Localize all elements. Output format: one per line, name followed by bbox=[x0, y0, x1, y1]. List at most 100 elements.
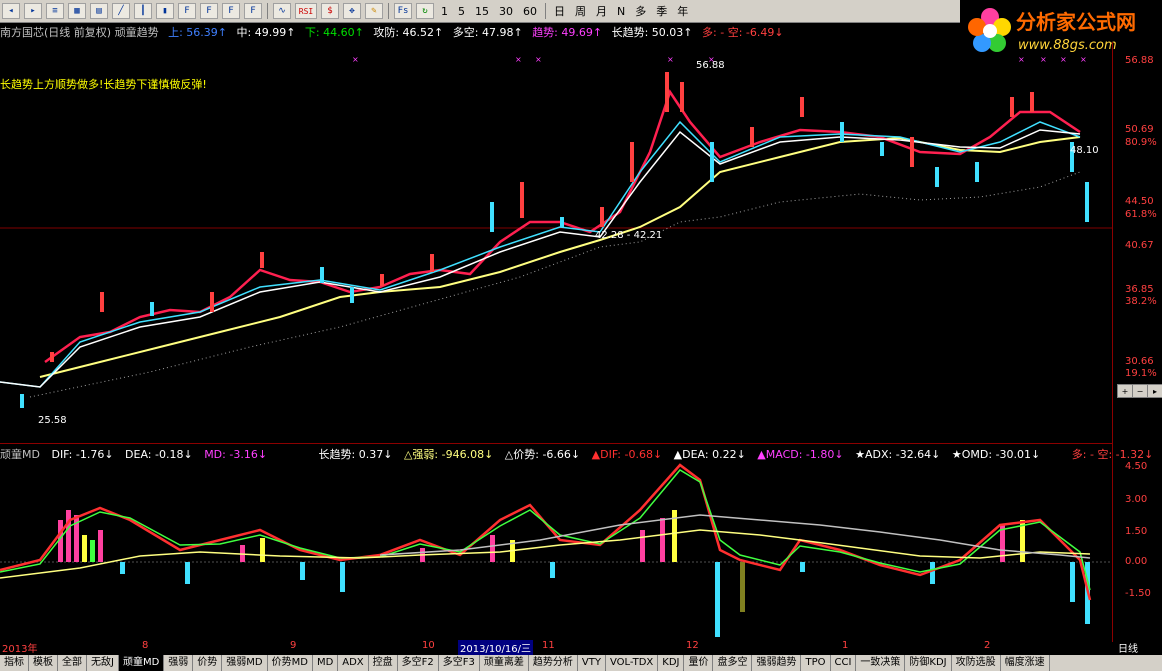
y-label: 40.67 bbox=[1125, 240, 1154, 251]
range-year[interactable]: 年 bbox=[672, 3, 693, 19]
f12-icon[interactable]: F bbox=[222, 3, 240, 19]
svg-text:×: × bbox=[1080, 55, 1087, 64]
histogram-bars bbox=[58, 510, 1090, 637]
f10-icon[interactable]: F bbox=[178, 3, 196, 19]
line-chart-icon[interactable]: ╱ bbox=[112, 3, 130, 19]
fs-icon[interactable]: Fs bbox=[394, 3, 412, 19]
tab-indicator[interactable]: VOL-TDX bbox=[606, 655, 659, 671]
svg-text:×: × bbox=[352, 55, 359, 64]
low-price-label: 25.58 bbox=[38, 415, 67, 426]
candles bbox=[20, 72, 1089, 408]
range-week[interactable]: 周 bbox=[570, 3, 591, 19]
y-label: 50.69 bbox=[1125, 124, 1154, 135]
tab-indicator[interactable]: 盘多空 bbox=[713, 655, 753, 671]
price-chart[interactable]: × × × × × × × × × bbox=[0, 42, 1112, 442]
wave-icon[interactable]: ∿ bbox=[273, 3, 291, 19]
tab-indicator[interactable]: 攻防选股 bbox=[952, 655, 1001, 671]
high-price-label: 56.88 bbox=[696, 60, 725, 71]
tab-indicator[interactable]: CCI bbox=[831, 655, 857, 671]
tab-indicator[interactable]: 顽童MD bbox=[118, 655, 165, 671]
range-multi[interactable]: 多 bbox=[630, 3, 651, 19]
tab-indicator[interactable]: 强弱趋势 bbox=[752, 655, 802, 671]
table-icon[interactable]: ▦ bbox=[68, 3, 86, 19]
tab-indicator[interactable]: 多空F3 bbox=[439, 655, 480, 671]
date-label: 11 bbox=[542, 640, 555, 651]
svg-text:×: × bbox=[1040, 55, 1047, 64]
mark2-label: 42.28 - 42.21 bbox=[595, 230, 663, 241]
mid-value: 中: 49.99↑ bbox=[236, 26, 296, 39]
attack-value: 攻防: 46.52↑ bbox=[373, 26, 444, 39]
tab-indicator[interactable]: 无敌J bbox=[87, 655, 119, 671]
range-day[interactable]: 日 bbox=[549, 3, 570, 19]
ind-y-label: -1.50 bbox=[1125, 588, 1151, 599]
tab-indicator[interactable]: VTY bbox=[578, 655, 606, 671]
tab-indicator[interactable]: 一致决策 bbox=[856, 655, 906, 671]
f13-icon[interactable]: F bbox=[244, 3, 262, 19]
date-label: 10 bbox=[422, 640, 435, 651]
tab-indicator[interactable]: 价势 bbox=[193, 655, 223, 671]
expand-button[interactable]: ▸ bbox=[1147, 384, 1162, 398]
tab-indicator[interactable]: 量价 bbox=[684, 655, 714, 671]
period-30[interactable]: 30 bbox=[494, 5, 518, 18]
move-icon[interactable]: ✥ bbox=[343, 3, 361, 19]
tab-indicator[interactable]: TPO bbox=[801, 655, 831, 671]
menu-icon[interactable]: ≡ bbox=[46, 3, 64, 19]
rsi-icon[interactable]: RSI bbox=[295, 3, 317, 19]
tab-indicator[interactable]: 模板 bbox=[29, 655, 58, 671]
period-1[interactable]: 1 bbox=[436, 5, 453, 18]
y-label: 61.8% bbox=[1125, 209, 1157, 220]
indicator-chart[interactable] bbox=[0, 460, 1112, 640]
refresh-icon[interactable]: ↻ bbox=[416, 3, 434, 19]
period-15[interactable]: 15 bbox=[470, 5, 494, 18]
range-n[interactable]: N bbox=[612, 5, 630, 18]
tab-indicator[interactable]: 强弱 bbox=[164, 655, 194, 671]
bar-icon[interactable]: ▮ bbox=[156, 3, 174, 19]
grid-icon[interactable]: ▤ bbox=[90, 3, 108, 19]
tool-icon[interactable]: $ bbox=[321, 3, 339, 19]
ind-y-label: 4.50 bbox=[1125, 461, 1148, 472]
tab-indicator[interactable]: 指标 bbox=[0, 655, 29, 671]
y-label: 36.85 bbox=[1125, 284, 1154, 295]
period-60[interactable]: 60 bbox=[518, 5, 542, 18]
mark1-label: 48.10 bbox=[1070, 145, 1099, 156]
forward-icon[interactable]: ▸ bbox=[24, 3, 42, 19]
separator bbox=[545, 3, 546, 19]
tab-indicator[interactable]: ADX bbox=[338, 655, 369, 671]
tab-indicator[interactable]: 全部 bbox=[58, 655, 87, 671]
tab-indicator[interactable]: 多空F2 bbox=[398, 655, 439, 671]
date-label: 12 bbox=[686, 640, 699, 651]
tab-indicator[interactable]: 强弱MD bbox=[222, 655, 268, 671]
svg-text:×: × bbox=[515, 55, 522, 64]
tab-indicator[interactable]: 趋势分析 bbox=[529, 655, 578, 671]
tab-indicator[interactable]: 顽童离差 bbox=[480, 655, 529, 671]
range-season[interactable]: 季 bbox=[651, 3, 672, 19]
zoom-in-button[interactable]: + bbox=[1117, 384, 1133, 398]
y-label: 80.9% bbox=[1125, 137, 1157, 148]
tab-indicator[interactable]: 价势MD bbox=[268, 655, 313, 671]
zoom-out-button[interactable]: − bbox=[1132, 384, 1148, 398]
tab-indicator[interactable]: 防御KDJ bbox=[905, 655, 952, 671]
date-axis: 2013年 8 9 10 2013/10/16/三 11 12 1 2 bbox=[0, 640, 1112, 655]
tab-indicator[interactable]: MD bbox=[313, 655, 339, 671]
period-5[interactable]: 5 bbox=[453, 5, 470, 18]
svg-text:×: × bbox=[667, 55, 674, 64]
tab-indicator[interactable]: 幅度涨速 bbox=[1001, 655, 1050, 671]
tab-indicator[interactable]: KDJ bbox=[658, 655, 685, 671]
separator bbox=[267, 3, 268, 19]
y-label: 30.66 bbox=[1125, 356, 1154, 367]
ind-y-label: 1.50 bbox=[1125, 526, 1148, 537]
date-label: 9 bbox=[290, 640, 297, 651]
toolbar: ◂ ▸ ≡ ▦ ▤ ╱ ┃ ▮ F F F F ∿ RSI $ ✥ ✎ Fs ↻… bbox=[0, 0, 960, 23]
longtrend-value: 长趋势: 50.03↑ bbox=[611, 26, 693, 39]
f11-icon[interactable]: F bbox=[200, 3, 218, 19]
dif-line bbox=[0, 463, 1092, 601]
y-label: 56.88 bbox=[1125, 55, 1154, 66]
tab-indicator[interactable]: 控盘 bbox=[369, 655, 398, 671]
y-axis-line bbox=[1112, 42, 1113, 642]
back-icon[interactable]: ◂ bbox=[2, 3, 20, 19]
candle-icon[interactable]: ┃ bbox=[134, 3, 152, 19]
range-month[interactable]: 月 bbox=[591, 3, 612, 19]
draw-icon[interactable]: ✎ bbox=[365, 3, 383, 19]
up-value: 上: 56.39↑ bbox=[168, 26, 227, 39]
y-label: 38.2% bbox=[1125, 296, 1157, 307]
